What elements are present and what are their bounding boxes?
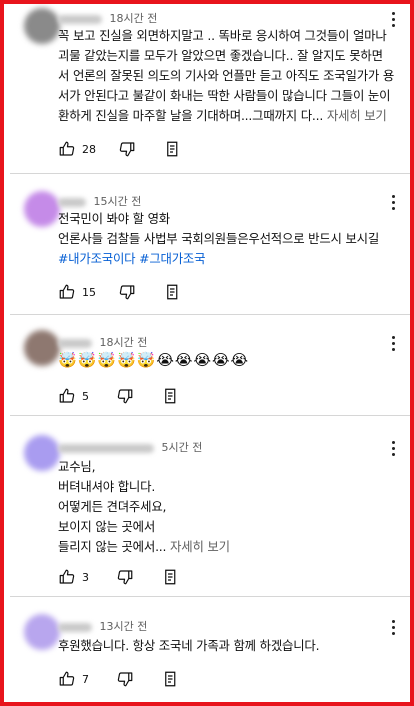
comment-line: 서가 안된다고 불같이 화내는 딱한 사람들이 많습니다 그들이 눈이 [58, 88, 391, 103]
like-icon[interactable] [58, 670, 76, 688]
comment-line: 보이지 않는 곳에서 [58, 519, 156, 534]
comment-line: 들리지 않는 곳에서... 자세히 보기 [58, 539, 230, 554]
comment-header: 18시간 전 [58, 10, 157, 26]
more-options-icon[interactable] [392, 620, 396, 636]
comment-time: 18시간 전 [99, 336, 148, 349]
comment-header: 13시간 전 [58, 618, 147, 634]
avatar[interactable] [24, 8, 60, 44]
like-icon[interactable] [58, 283, 76, 301]
like-count: 28 [82, 142, 96, 156]
comment-card: 13시간 전 후원했습니다. 항상 조국네 가족과 함께 하겠습니다. 7 [10, 598, 410, 702]
hashtag-link[interactable]: #내가조국이다 [58, 251, 136, 266]
comment-text: 교수님, 버텨내셔야 합니다. 어떻게든 견뎌주세요, 보이지 않는 곳에서 들… [58, 457, 398, 557]
comment-line: 후원했습니다. 항상 조국네 가족과 함께 하겠습니다. [58, 638, 320, 653]
like-icon[interactable] [58, 387, 76, 405]
comment-line: 전국민이 봐야 할 영화 [58, 211, 171, 226]
author-name[interactable] [58, 622, 92, 632]
like-count: 5 [82, 389, 89, 403]
comment-actions: 5 [58, 386, 180, 406]
avatar[interactable] [24, 330, 60, 366]
comment-actions: 7 [58, 669, 180, 689]
avatar[interactable] [24, 614, 60, 650]
comment-line: 교수님, [58, 459, 96, 474]
author-name[interactable] [58, 14, 102, 24]
comment-time: 15시간 전 [93, 195, 142, 208]
author-name[interactable] [58, 443, 154, 453]
reply-icon[interactable] [162, 568, 180, 586]
comment-time: 18시간 전 [109, 12, 158, 25]
comment-card: 18시간 전 🤯🤯🤯🤯🤯😭😭😭😭😭 5 [10, 316, 410, 416]
reply-icon[interactable] [164, 283, 182, 301]
comment-emojis: 🤯🤯🤯🤯🤯😭😭😭😭😭 [58, 351, 250, 369]
dislike-icon[interactable] [116, 387, 134, 405]
see-more-link[interactable]: 자세히 보기 [170, 539, 230, 554]
comment-card: 15시간 전 전국민이 봐야 할 영화 언론사들 검찰들 사법부 국회의원들은우… [10, 175, 410, 315]
comment-line: 버텨내셔야 합니다. [58, 479, 156, 494]
comment-header: 15시간 전 [58, 193, 141, 209]
dislike-icon[interactable] [116, 670, 134, 688]
hashtag-line: #내가조국이다 #그대가조국 [58, 249, 398, 269]
comment-card: 5시간 전 교수님, 버텨내셔야 합니다. 어떻게든 견뎌주세요, 보이지 않는… [10, 417, 410, 597]
comment-card: 18시간 전 꼭 보고 진실을 외면하지말고 .. 똑바로 응시하여 그것들이 … [10, 4, 410, 174]
comment-header: 5시간 전 [58, 439, 202, 455]
hashtag-link[interactable]: #그대가조국 [139, 251, 205, 266]
comment-header: 18시간 전 [58, 334, 147, 350]
comment-text: 전국민이 봐야 할 영화 언론사들 검찰들 사법부 국회의원들은우선적으로 반드… [58, 209, 398, 269]
author-name[interactable] [58, 338, 92, 348]
comment-line: 서 언론의 잘못된 의도의 기사와 언플만 듣고 아직도 조국일가가 용 [58, 68, 395, 83]
comment-time: 13시간 전 [99, 620, 148, 633]
like-count: 15 [82, 285, 96, 299]
like-count: 3 [82, 570, 89, 584]
comment-text: 꼭 보고 진실을 외면하지말고 .. 똑바로 응시하여 그것들이 얼마나 괴물 … [58, 26, 398, 126]
like-count: 7 [82, 672, 89, 686]
comment-line: 어떻게든 견뎌주세요, [58, 499, 167, 514]
comment-time: 5시간 전 [161, 441, 203, 454]
comment-line: 괴물 같았는지를 모두가 알았으면 좋겠습니다.. 잘 알지도 못하면 [58, 48, 383, 63]
more-options-icon[interactable] [392, 441, 396, 457]
avatar[interactable] [24, 191, 60, 227]
like-icon[interactable] [58, 568, 76, 586]
avatar[interactable] [24, 435, 60, 471]
reply-icon[interactable] [162, 670, 180, 688]
comment-actions: 15 [58, 282, 182, 302]
like-icon[interactable] [58, 140, 76, 158]
comment-line: 환하게 진실을 마주할 날을 기대하며...그때까지 다... 자세히 보기 [58, 108, 387, 123]
dislike-icon[interactable] [116, 568, 134, 586]
comment-actions: 28 [58, 139, 182, 159]
reply-icon[interactable] [162, 387, 180, 405]
comment-text: 후원했습니다. 항상 조국네 가족과 함께 하겠습니다. [58, 636, 398, 656]
see-more-link[interactable]: 자세히 보기 [327, 108, 387, 123]
comment-actions: 3 [58, 567, 180, 587]
dislike-icon[interactable] [118, 283, 136, 301]
author-name[interactable] [58, 197, 86, 207]
comment-line: 언론사들 검찰들 사법부 국회의원들은우선적으로 반드시 보시길 [58, 231, 380, 246]
reply-icon[interactable] [164, 140, 182, 158]
comments-panel: 18시간 전 꼭 보고 진실을 외면하지말고 .. 똑바로 응시하여 그것들이 … [0, 0, 414, 706]
comment-line: 꼭 보고 진실을 외면하지말고 .. 똑바로 응시하여 그것들이 얼마나 [58, 28, 387, 43]
dislike-icon[interactable] [118, 140, 136, 158]
